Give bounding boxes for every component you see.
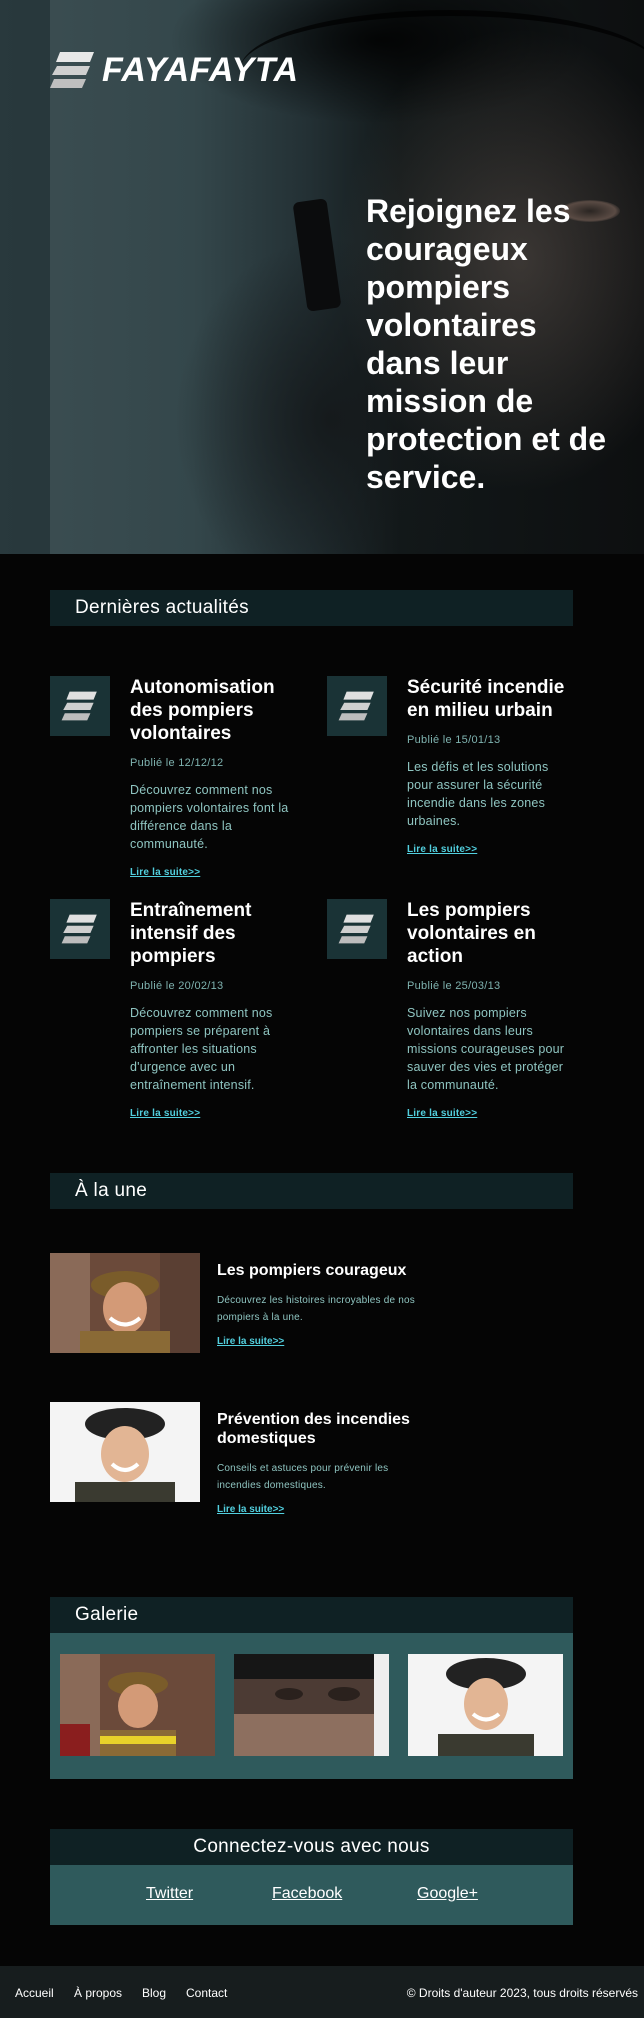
logo-icon (61, 914, 97, 944)
featured-heading: À la une (50, 1173, 573, 1209)
gallery-image[interactable] (234, 1654, 389, 1756)
news-thumbnail (327, 676, 387, 736)
news-description: Découvrez comment nos pompiers se prépar… (130, 1006, 273, 1092)
gallery-image[interactable] (408, 1654, 563, 1756)
connect-heading: Connectez-vous avec nous (50, 1829, 573, 1865)
google-plus-link[interactable]: Google+ (417, 1885, 478, 1903)
news-title: Entraînement intensif des pompiers (130, 900, 252, 967)
footer-link-blog[interactable]: Blog (142, 1986, 166, 2000)
news-description: Découvrez comment nos pompiers volontair… (130, 783, 289, 851)
footer: Accueil À propos Blog Contact © Droits d… (0, 1966, 644, 2018)
hero-overlay-panel (0, 0, 50, 554)
hero-banner: FAYAFAYTA Rejoignez les courageux pompie… (0, 0, 644, 554)
twitter-link[interactable]: Twitter (146, 1885, 193, 1903)
news-thumbnail (50, 676, 110, 736)
brand-name: FAYAFAYTA (102, 50, 299, 89)
news-thumbnail (50, 899, 110, 959)
logo-icon (61, 691, 97, 721)
read-more-link[interactable]: Lire la suite>> (217, 1504, 284, 1515)
news-description: Les défis et les solutions pour assurer … (407, 760, 549, 828)
footer-link-contact[interactable]: Contact (186, 1986, 227, 2000)
firefighter-photo (60, 1654, 215, 1756)
news-date: Publié le 25/03/13 (407, 980, 501, 992)
logo-icon (50, 52, 94, 88)
featured-description: Conseils et astuces pour prévenir les in… (217, 1463, 389, 1491)
news-date: Publié le 20/02/13 (130, 980, 224, 992)
footer-link-accueil[interactable]: Accueil (15, 1986, 54, 2000)
firefighter-photo (50, 1253, 200, 1353)
news-thumbnail (327, 899, 387, 959)
read-more-link[interactable]: Lire la suite>> (130, 867, 200, 878)
hero-title: Rejoignez les courageux pompiers volonta… (366, 193, 607, 495)
news-date: Publié le 12/12/12 (130, 757, 224, 769)
featured-item: Prévention des incendies domestiques Con… (50, 1402, 450, 1515)
logo-icon (338, 691, 374, 721)
news-date: Publié le 15/01/13 (407, 734, 501, 746)
gallery-heading: Galerie (50, 1597, 573, 1633)
read-more-link[interactable]: Lire la suite>> (130, 1108, 200, 1119)
featured-title: Les pompiers courageux (217, 1262, 407, 1279)
firefighter-closeup-photo (234, 1654, 389, 1756)
news-heading: Dernières actualités (50, 590, 573, 626)
logo-icon (338, 914, 374, 944)
featured-item: Les pompiers courageux Découvrez les his… (50, 1253, 450, 1353)
read-more-link[interactable]: Lire la suite>> (407, 844, 477, 855)
featured-title: Prévention des incendies domestiques (217, 1411, 410, 1447)
featured-image[interactable] (50, 1253, 200, 1353)
firefighter-photo (408, 1654, 563, 1756)
featured-image[interactable] (50, 1402, 200, 1502)
gallery-panel (50, 1633, 573, 1779)
gallery-image[interactable] (60, 1654, 215, 1756)
copyright-text: © Droits d'auteur 2023, tous droits rése… (406, 1986, 638, 2000)
footer-link-a-propos[interactable]: À propos (74, 1986, 122, 2000)
helmet-shape (240, 10, 644, 130)
news-description: Suivez nos pompiers volontaires dans leu… (407, 1006, 565, 1092)
news-title: Les pompiers volontaires en action (407, 900, 536, 967)
firefighter-photo (50, 1402, 200, 1502)
featured-description: Découvrez les histoires incroyables de n… (217, 1295, 415, 1323)
brand-logo[interactable]: FAYAFAYTA (50, 50, 299, 90)
facebook-link[interactable]: Facebook (272, 1885, 342, 1903)
social-links-panel: Twitter Facebook Google+ (50, 1865, 573, 1925)
news-title: Sécurité incendie en milieu urbain (407, 677, 565, 721)
read-more-link[interactable]: Lire la suite>> (407, 1108, 477, 1119)
news-title: Autonomisation des pompiers volontaires (130, 677, 275, 744)
read-more-link[interactable]: Lire la suite>> (217, 1336, 284, 1347)
